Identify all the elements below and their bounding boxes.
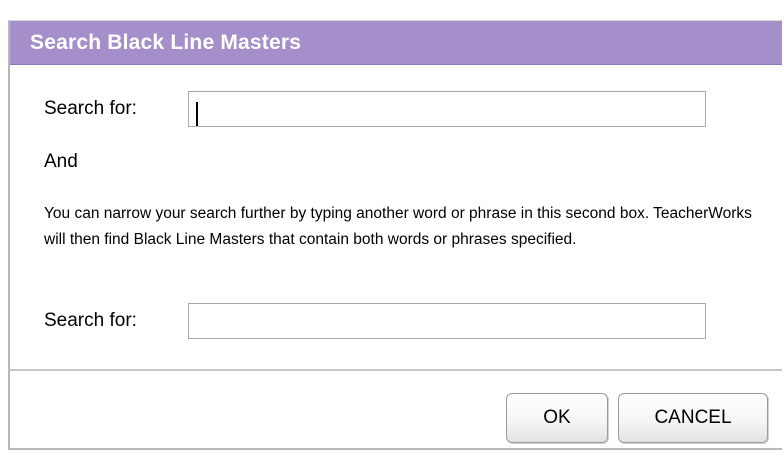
search-row-2: Search for:: [44, 303, 706, 339]
search-row-1: Search for:: [44, 91, 706, 127]
search-input-2[interactable]: [188, 303, 706, 339]
dialog-title: Search Black Line Masters: [30, 30, 302, 54]
and-label: And: [44, 151, 78, 172]
search-input-1[interactable]: [188, 91, 706, 127]
footer-divider: [10, 369, 782, 371]
search-label-2: Search for:: [44, 310, 137, 331]
ok-button[interactable]: OK: [506, 393, 608, 443]
search-label-1: Search for:: [44, 98, 137, 119]
dialog-titlebar: Search Black Line Masters: [10, 21, 782, 65]
cancel-button[interactable]: CANCEL: [618, 393, 768, 443]
search-dialog: Search Black Line Masters Search for: An…: [8, 20, 782, 450]
text-caret: [196, 102, 198, 126]
help-text: You can narrow your search further by ty…: [44, 205, 752, 248]
